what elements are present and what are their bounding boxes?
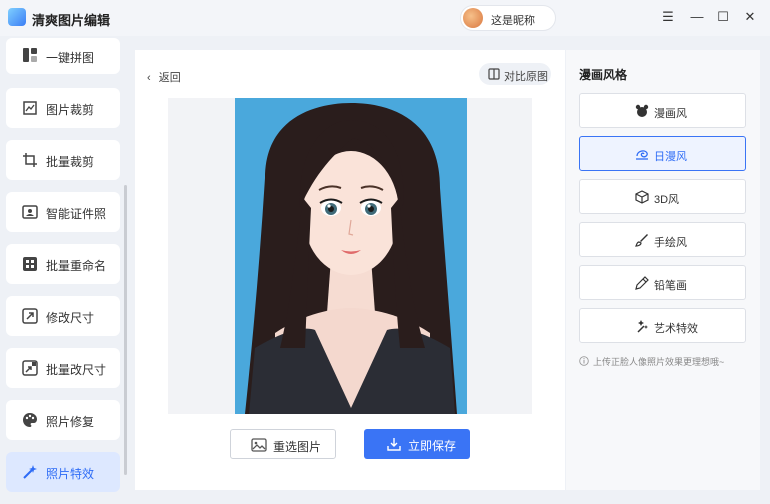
download-icon	[387, 438, 401, 451]
sidebar-item-batch-rename[interactable]: 批量重命名	[6, 244, 120, 284]
menu-icon[interactable]: ☰	[657, 6, 679, 28]
compare-original-button[interactable]: 对比原图	[479, 63, 551, 85]
sidebar-item-label: 照片特效	[46, 467, 95, 481]
sidebar-item-collage[interactable]: 一键拼图	[6, 38, 120, 74]
bear-icon	[635, 104, 649, 117]
compare-icon	[488, 68, 500, 80]
collage-icon	[23, 48, 37, 62]
style-option-label: 铅笔画	[654, 280, 687, 292]
save-label: 立即保存	[408, 439, 457, 453]
style-option-3d[interactable]: 3D风	[579, 179, 746, 214]
sidebar-item-photo-effects[interactable]: 照片特效	[6, 452, 120, 492]
cube-icon	[635, 190, 649, 204]
sparkle-wand-icon	[637, 320, 648, 333]
sidebar-item-label: 智能证件照	[46, 207, 107, 221]
style-option-label: 漫画风	[654, 108, 687, 120]
id-photo-icon	[22, 205, 38, 219]
style-option-label: 艺术特效	[654, 323, 698, 335]
sidebar-item-batch-crop[interactable]: 批量裁剪	[6, 140, 120, 180]
batch-crop-icon	[23, 153, 37, 167]
sidebar-item-label: 批量裁剪	[46, 155, 95, 169]
style-option-manga[interactable]: 漫画风	[579, 93, 746, 128]
title-bar: 清爽图片编辑 这是昵称 ☰ — ☐ ✕	[0, 0, 770, 36]
brush-icon	[635, 234, 648, 247]
style-option-label: 3D风	[654, 194, 680, 206]
sidebar-item-photo-repair[interactable]: 照片修复	[6, 400, 120, 440]
app-title: 清爽图片编辑	[32, 13, 111, 28]
upload-hint-text: 上传正脸人像照片效果更理想哦~	[593, 357, 725, 367]
app-logo-icon	[8, 8, 26, 26]
back-label: 返回	[158, 72, 181, 84]
crop-icon	[23, 101, 37, 115]
magic-wand-icon	[23, 465, 37, 479]
sidebar-item-batch-resize[interactable]: 批量改尺寸	[6, 348, 120, 388]
sidebar-item-label: 照片修复	[46, 415, 95, 429]
sidebar-scrollbar[interactable]	[124, 185, 127, 475]
batch-resize-icon	[22, 360, 38, 376]
preview-image	[235, 98, 467, 414]
resize-icon	[22, 308, 38, 324]
sidebar-item-id-photo[interactable]: 智能证件照	[6, 192, 120, 232]
info-icon	[579, 356, 589, 366]
style-option-japanese-anime[interactable]: 日漫风	[579, 136, 746, 171]
compare-label: 对比原图	[504, 71, 548, 83]
chevron-left-icon: ‹	[147, 72, 151, 84]
style-panel-title: 漫画风格	[579, 68, 628, 82]
style-option-art-effects[interactable]: 艺术特效	[579, 308, 746, 343]
image-icon	[251, 438, 267, 452]
rename-icon	[23, 257, 37, 271]
sidebar-item-label: 修改尺寸	[46, 311, 95, 325]
style-panel: 漫画风格 漫画风 日漫风 3D风 手绘风 铅笔画 艺术特效 上传正脸人像照片效果…	[566, 50, 760, 490]
sidebar-item-label: 一键拼图	[46, 51, 95, 65]
upload-hint: 上传正脸人像照片效果更理想哦~	[579, 355, 754, 368]
style-option-label: 手绘风	[654, 237, 687, 249]
sidebar-item-label: 批量重命名	[46, 259, 107, 273]
back-button[interactable]: ‹ 返回	[147, 69, 181, 85]
sidebar: 一键拼图 图片裁剪 批量裁剪 智能证件照 批量重命名 修改尺寸 批量改尺寸 照片…	[0, 36, 130, 504]
style-option-label: 日漫风	[654, 151, 687, 163]
palette-icon	[23, 413, 37, 427]
style-option-hand-drawn[interactable]: 手绘风	[579, 222, 746, 257]
avatar	[463, 8, 483, 28]
user-nickname: 这是昵称	[491, 15, 535, 27]
user-profile[interactable]: 这是昵称	[460, 5, 556, 31]
maximize-icon[interactable]: ☐	[712, 6, 734, 28]
minimize-icon[interactable]: —	[686, 6, 708, 28]
sidebar-item-crop[interactable]: 图片裁剪	[6, 88, 120, 128]
editor-panel: ‹ 返回 对比原图 重选图片 立即保存	[135, 50, 565, 490]
sidebar-item-label: 批量改尺寸	[46, 363, 107, 377]
style-option-pencil[interactable]: 铅笔画	[579, 265, 746, 300]
reselect-image-button[interactable]: 重选图片	[230, 429, 336, 459]
sidebar-item-label: 图片裁剪	[46, 103, 95, 117]
reselect-label: 重选图片	[273, 440, 322, 454]
pencil-icon	[635, 276, 649, 290]
sidebar-item-resize[interactable]: 修改尺寸	[6, 296, 120, 336]
close-icon[interactable]: ✕	[739, 6, 761, 28]
swirl-icon	[636, 150, 648, 160]
save-button[interactable]: 立即保存	[364, 429, 470, 459]
